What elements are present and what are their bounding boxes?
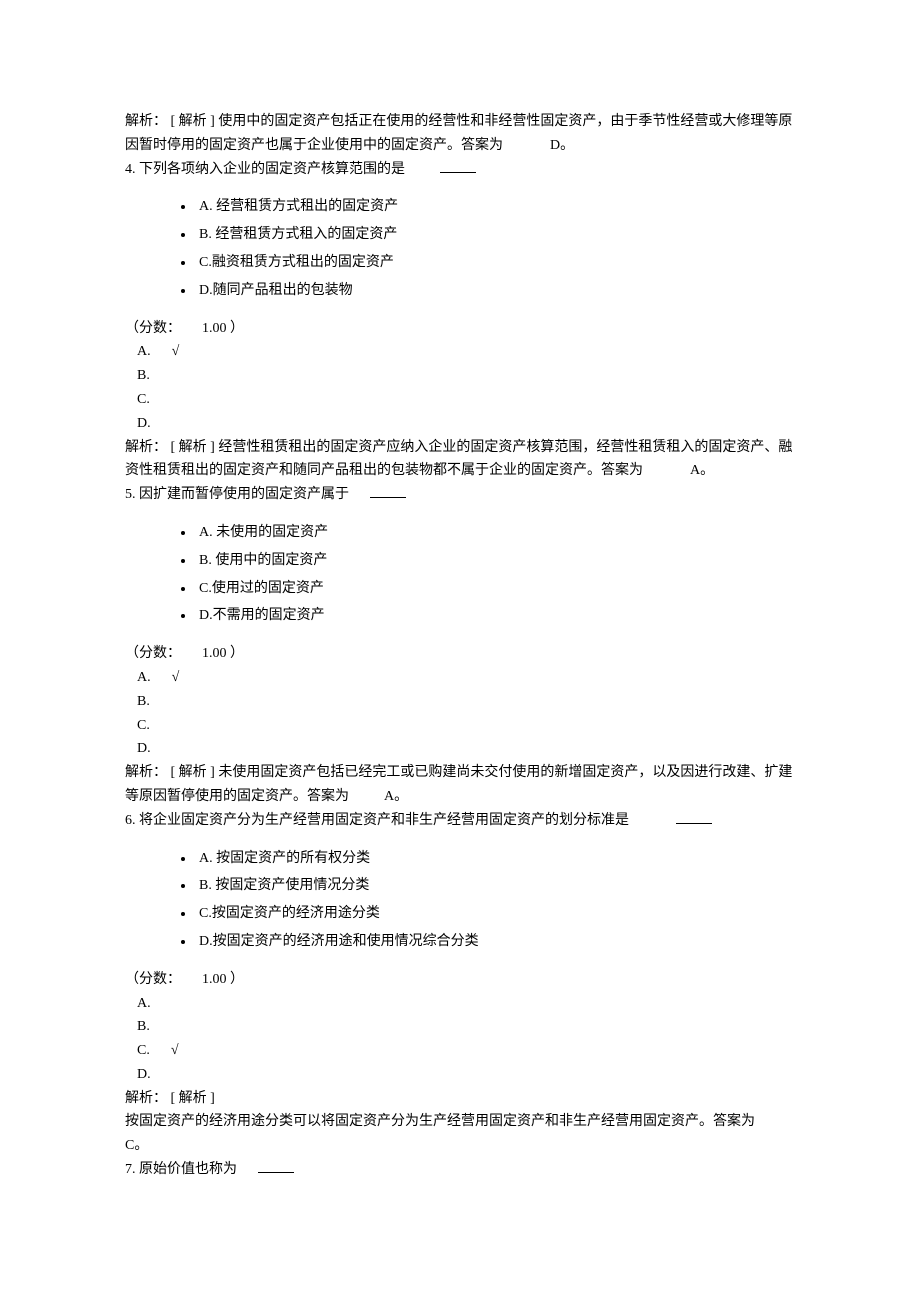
q5-ans-d: D.: [125, 737, 795, 761]
q5-answers: （分数： 1.00 ） A. √ B. C. D.: [125, 642, 795, 761]
q4-option-a: A. 经营租赁方式租出的固定资产: [195, 195, 795, 219]
blank-line: [440, 159, 476, 173]
q6-text: 将企业固定资产分为生产经营用固定资产和非生产经营用固定资产的划分标准是: [139, 813, 629, 828]
q6-option-a: A. 按固定资产的所有权分类: [195, 847, 795, 871]
q5-options: A. 未使用的固定资产 B. 使用中的固定资产 C.使用过的固定资产 D.不需用…: [125, 521, 795, 628]
q4-answers: （分数： 1.00 ） A. √ B. C. D.: [125, 317, 795, 436]
q6-option-d: D.按固定资产的经济用途和使用情况综合分类: [195, 930, 795, 954]
q4-ans-a: A. √: [125, 340, 795, 364]
q4-number: 4.: [125, 162, 136, 177]
q6-option-c: C.按固定资产的经济用途分类: [195, 902, 795, 926]
q4-text: 下列各项纳入企业的固定资产核算范围的是: [139, 162, 405, 177]
q4-stem: 4. 下列各项纳入企业的固定资产核算范围的是: [125, 158, 795, 182]
q6-answers: （分数： 1.00 ） A. B. C. √ D.: [125, 968, 795, 1087]
explain-prefix: 解析：: [125, 765, 167, 780]
explain-label: [ 解析 ]: [171, 440, 215, 455]
q5-option-a: A. 未使用的固定资产: [195, 521, 795, 545]
explain-answer: A。: [690, 463, 714, 478]
q5-ans-b: B.: [125, 690, 795, 714]
q4-option-d: D.随同产品租出的包装物: [195, 279, 795, 303]
q7-number: 7.: [125, 1162, 136, 1177]
q5-ans-c: C.: [125, 714, 795, 738]
q4-ans-c: C.: [125, 388, 795, 412]
q5-explanation: 解析： [ 解析 ] 未使用固定资产包括已经完工或已购建尚未交付使用的新增固定资…: [125, 761, 795, 809]
q7-text: 原始价值也称为: [139, 1162, 237, 1177]
explain-text: 使用中的固定资产包括正在使用的经营性和非经营性固定资产，由于季节性经营或大修理等…: [125, 114, 792, 153]
q5-option-d: D.不需用的固定资产: [195, 604, 795, 628]
explain-label: [ 解析 ]: [171, 114, 215, 129]
q4-ans-b: B.: [125, 364, 795, 388]
q6-number: 6.: [125, 813, 136, 828]
explain-answer: D。: [550, 138, 574, 153]
q6-options: A. 按固定资产的所有权分类 B. 按固定资产使用情况分类 C.按固定资产的经济…: [125, 847, 795, 954]
q4-ans-d: D.: [125, 412, 795, 436]
blank-line: [258, 1159, 294, 1173]
explain-prefix: 解析：: [125, 114, 167, 129]
explain-text: 未使用固定资产包括已经完工或已购建尚未交付使用的新增固定资产，以及因进行改建、扩…: [125, 765, 792, 804]
explain-label: [ 解析 ]: [171, 765, 215, 780]
explain-label: [ 解析 ]: [171, 1091, 215, 1106]
check-mark-icon: √: [171, 1043, 179, 1058]
q6-option-b: B. 按固定资产使用情况分类: [195, 874, 795, 898]
q6-ans-a: A.: [125, 992, 795, 1016]
q5-text: 因扩建而暂停使用的固定资产属于: [139, 487, 349, 502]
blank-line: [676, 810, 712, 824]
q4-options: A. 经营租赁方式租出的固定资产 B. 经营租赁方式租入的固定资产 C.融资租赁…: [125, 195, 795, 302]
q5-score: （分数： 1.00 ）: [125, 642, 795, 666]
q5-number: 5.: [125, 487, 136, 502]
blank-line: [370, 485, 406, 499]
q4-explanation: 解析： [ 解析 ] 经营性租赁租出的固定资产应纳入企业的固定资产核算范围，经营…: [125, 436, 795, 484]
q5-stem: 5. 因扩建而暂停使用的固定资产属于: [125, 483, 795, 507]
q6-score: （分数： 1.00 ）: [125, 968, 795, 992]
q6-explanation-line1: 解析： [ 解析 ]: [125, 1087, 795, 1111]
q4-option-c: C.融资租赁方式租出的固定资产: [195, 251, 795, 275]
q4-option-b: B. 经营租赁方式租入的固定资产: [195, 223, 795, 247]
q6-stem: 6. 将企业固定资产分为生产经营用固定资产和非生产经营用固定资产的划分标准是: [125, 809, 795, 833]
explain-prefix: 解析：: [125, 1091, 167, 1106]
q6-ans-c: C. √: [125, 1039, 795, 1063]
q6-explanation-line2: 按固定资产的经济用途分类可以将固定资产分为生产经营用固定资产和非生产经营用固定资…: [125, 1110, 795, 1134]
q6-ans-d: D.: [125, 1063, 795, 1087]
explain-prefix: 解析：: [125, 440, 167, 455]
check-mark-icon: √: [172, 670, 180, 685]
q6-ans-b: B.: [125, 1015, 795, 1039]
prev-explanation: 解析： [ 解析 ] 使用中的固定资产包括正在使用的经营性和非经营性固定资产，由…: [125, 110, 795, 158]
check-mark-icon: √: [172, 344, 180, 359]
explain-answer: C。: [125, 1138, 148, 1153]
explain-answer: A。: [384, 789, 408, 804]
document-page: 解析： [ 解析 ] 使用中的固定资产包括正在使用的经营性和非经营性固定资产，由…: [0, 0, 920, 1303]
q7-stem: 7. 原始价值也称为: [125, 1158, 795, 1182]
explain-text: 按固定资产的经济用途分类可以将固定资产分为生产经营用固定资产和非生产经营用固定资…: [125, 1114, 755, 1129]
q4-score: （分数： 1.00 ）: [125, 317, 795, 341]
q5-option-c: C.使用过的固定资产: [195, 577, 795, 601]
q6-explanation-answer: C。: [125, 1134, 795, 1158]
q5-ans-a: A. √: [125, 666, 795, 690]
q5-option-b: B. 使用中的固定资产: [195, 549, 795, 573]
